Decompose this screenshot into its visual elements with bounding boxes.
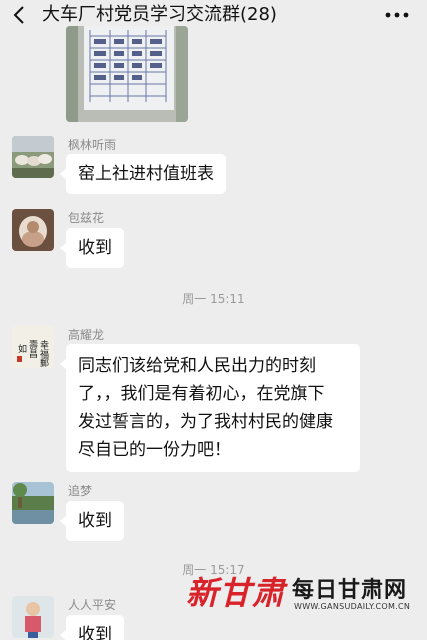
message-bubble[interactable]: 收到 [60, 501, 124, 541]
avatar-landscape-image [12, 482, 54, 524]
avatar-sheep-image [12, 136, 54, 178]
sender-name: 包兹花 [68, 211, 105, 225]
avatar[interactable] [12, 596, 54, 638]
sender-name: 枫林听雨 [68, 138, 117, 152]
message-line: 了，，我们是有着初心，在党旗下 [78, 384, 325, 404]
chat-header: 大车厂村党员学习交流群(28) [0, 0, 427, 30]
message-line: 同志们该给党和人民出力的时刻 [78, 356, 316, 376]
message-line: 发过誓言的，为了我村村民的健康 [78, 412, 333, 432]
message-bubble[interactable]: 收到 [60, 228, 124, 268]
image-message[interactable] [66, 26, 188, 122]
more-dots-icon[interactable] [385, 12, 409, 18]
avatar[interactable]: 幸福郵 壽昌 如 [12, 326, 54, 368]
chat-message-list[interactable]: 枫林听雨 窑上社进村值班表 包兹花 收到 周一 15:11 幸福郵 壽昌 如 高… [0, 26, 427, 640]
avatar[interactable] [12, 209, 54, 251]
avatar[interactable] [12, 136, 54, 178]
calligraphy-col-3: 如 [16, 343, 27, 354]
message-bubble[interactable]: 窑上社进村值班表 [60, 154, 226, 194]
avatar-child-image [12, 596, 54, 638]
watermark-logo: 新甘肃 每日甘肃网 WWW.GANSUDAILY.COM.CN [186, 568, 416, 628]
message-line: 尽自已的一份力吧！ [78, 440, 231, 460]
calligraphy-col-2: 壽昌 [27, 339, 38, 359]
message-timestamp: 周一 15:11 [182, 292, 245, 306]
avatar[interactable] [12, 482, 54, 524]
duty-roster-photo [66, 26, 188, 122]
sender-name: 人人平安 [68, 598, 117, 612]
sender-name: 高耀龙 [68, 328, 105, 342]
chat-title: 大车厂村党员学习交流群(28) [42, 4, 277, 25]
calligraphy-col-1: 幸福郵 [38, 340, 49, 368]
avatar-calligraphy-image: 幸福郵 壽昌 如 [12, 326, 54, 368]
sender-name: 追梦 [68, 484, 93, 498]
watermark-url: WWW.GANSUDAILY.COM.CN [294, 602, 411, 611]
message-bubble[interactable]: 同志们该给党和人民出力的时刻 了，，我们是有着初心，在党旗下 发过誓言的，为了我… [60, 344, 360, 472]
message-bubble[interactable]: 收到 [60, 615, 124, 640]
watermark-site-name: 每日甘肃网 [292, 578, 408, 603]
watermark-brand: 新甘肃 [186, 574, 286, 612]
chevron-left-icon[interactable] [10, 4, 30, 26]
avatar-image [12, 209, 54, 251]
